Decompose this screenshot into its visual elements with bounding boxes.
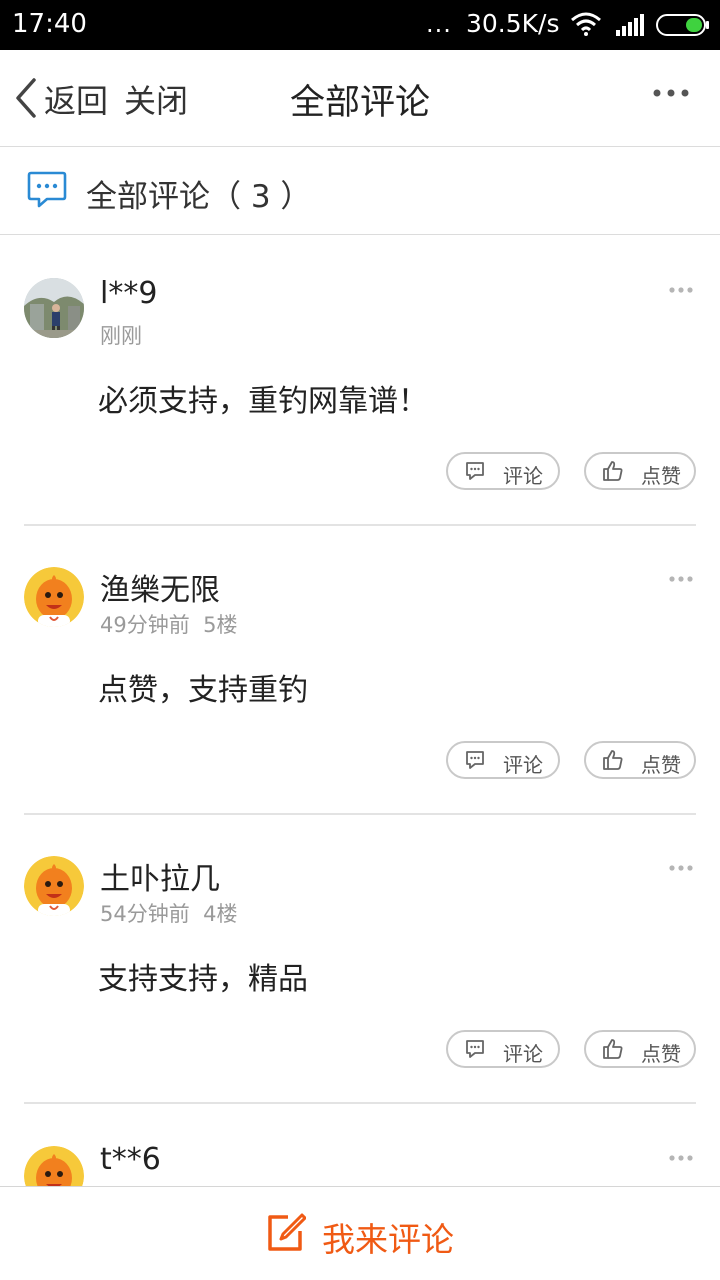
reply-button[interactable]: 评论 bbox=[446, 452, 560, 490]
status-time: 17:40 bbox=[12, 9, 87, 39]
reply-button[interactable]: 评论 bbox=[446, 1030, 560, 1068]
reply-label: 评论 bbox=[503, 1042, 543, 1066]
like-label: 点赞 bbox=[641, 1042, 681, 1066]
comment-floor: 4楼 bbox=[203, 902, 238, 926]
comment-time: 49分钟前 bbox=[100, 613, 190, 637]
network-speed: 30.5K/s bbox=[466, 9, 560, 38]
nav-bar: 返回 关闭 全部评论 bbox=[0, 50, 720, 147]
comment-more-icon[interactable] bbox=[668, 286, 694, 294]
reply-label: 评论 bbox=[503, 753, 543, 777]
edit-icon bbox=[268, 1213, 306, 1251]
avatar[interactable] bbox=[24, 567, 84, 627]
comments-section-header: 全部评论（ 3 ） bbox=[0, 147, 720, 235]
back-button[interactable]: 返回 bbox=[44, 76, 108, 122]
comment-meta: 49分钟前 5楼 bbox=[100, 609, 237, 639]
comment-text: 点赞，支持重钓 bbox=[98, 673, 308, 708]
chat-bubble-icon bbox=[27, 171, 67, 208]
comment-time: 54分钟前 bbox=[100, 902, 190, 926]
like-button[interactable]: 点赞 bbox=[584, 1030, 696, 1068]
close-button[interactable]: 关闭 bbox=[124, 76, 188, 122]
comment-username[interactable]: 土卟拉几 bbox=[100, 854, 220, 898]
section-title: 全部评论（ 3 ） bbox=[86, 179, 312, 215]
photo-avatar-icon bbox=[24, 278, 84, 338]
avatar[interactable] bbox=[24, 278, 84, 338]
back-chevron-icon[interactable] bbox=[14, 78, 38, 118]
avatar[interactable] bbox=[24, 856, 84, 916]
like-label: 点赞 bbox=[641, 753, 681, 777]
comment-time: 刚刚 bbox=[100, 324, 142, 348]
thumbs-up-icon bbox=[603, 461, 623, 481]
comment-item: 渔樂无限 49分钟前 5楼 点赞，支持重钓 评论 点赞 bbox=[0, 525, 720, 815]
reply-button[interactable]: 评论 bbox=[446, 741, 560, 779]
comment-meta: 54分钟前 4楼 bbox=[100, 898, 237, 928]
comment-icon bbox=[466, 751, 484, 769]
thumbs-up-icon bbox=[603, 1039, 623, 1059]
mascot-avatar-icon bbox=[24, 856, 84, 916]
comment-more-icon[interactable] bbox=[668, 864, 694, 872]
comment-item: 土卟拉几 54分钟前 4楼 支持支持，精品 评论 点赞 bbox=[0, 814, 720, 1104]
comment-item: t**6 bbox=[0, 1104, 720, 1186]
comment-username[interactable]: l**9 bbox=[100, 276, 157, 311]
more-icon[interactable] bbox=[652, 88, 690, 98]
like-button[interactable]: 点赞 bbox=[584, 741, 696, 779]
comment-more-icon[interactable] bbox=[668, 575, 694, 583]
comment-icon bbox=[466, 1040, 484, 1058]
battery-icon bbox=[656, 14, 709, 36]
reply-label: 评论 bbox=[503, 464, 543, 488]
signal-icon bbox=[616, 14, 644, 36]
mascot-avatar-icon bbox=[24, 1146, 84, 1186]
comment-item: l**9 刚刚 必须支持，重钓网靠谱！ 评论 点赞 bbox=[0, 236, 720, 526]
avatar[interactable] bbox=[24, 1146, 84, 1186]
like-label: 点赞 bbox=[641, 464, 681, 488]
comment-text: 必须支持，重钓网靠谱！ bbox=[98, 384, 428, 419]
comment-text: 支持支持，精品 bbox=[98, 962, 308, 997]
comment-more-icon[interactable] bbox=[668, 1154, 694, 1162]
wifi-icon bbox=[571, 12, 601, 36]
comment-floor: 5楼 bbox=[203, 613, 238, 637]
write-comment-button[interactable]: 我来评论 bbox=[322, 1213, 454, 1261]
thumbs-up-icon bbox=[603, 750, 623, 770]
status-dots: ... bbox=[426, 10, 452, 38]
like-button[interactable]: 点赞 bbox=[584, 452, 696, 490]
mascot-avatar-icon bbox=[24, 567, 84, 627]
status-bar: 17:40 ... 30.5K/s bbox=[0, 0, 720, 50]
write-comment-bar[interactable]: 我来评论 bbox=[0, 1186, 720, 1280]
comment-username[interactable]: t**6 bbox=[100, 1142, 161, 1177]
comment-icon bbox=[466, 462, 484, 480]
comment-username[interactable]: 渔樂无限 bbox=[100, 565, 220, 609]
